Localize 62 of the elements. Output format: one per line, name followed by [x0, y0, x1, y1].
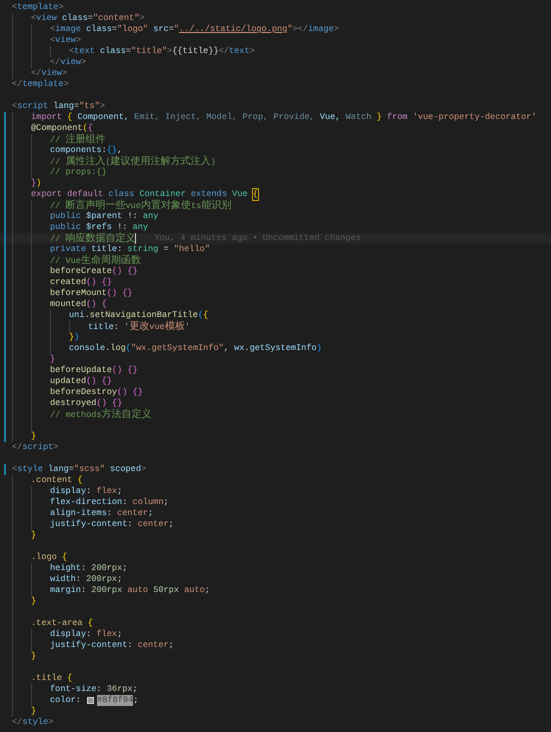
code-line: console.log("wx.getSystemInfo", wx.getSystemInfo) — [69, 343, 322, 354]
code-line: title: '更改vue模板' — [88, 320, 190, 332]
code-line: destroyed() {} — [50, 398, 122, 408]
code-line: flex-direction: column; — [50, 497, 169, 508]
code-line: private title: string = "hello" — [50, 244, 210, 254]
code-line: beforeCreate() {} — [50, 266, 138, 277]
code-line: // 断言声明一些vue内置对象使ts能识别 — [50, 200, 232, 212]
code-line: } — [31, 596, 36, 607]
code-line: <view class="content"> — [31, 13, 145, 24]
code-line: beforeDestroy() {} — [50, 387, 143, 398]
code-line: height: 200rpx; — [50, 563, 128, 574]
code-line: <view> — [50, 35, 81, 46]
code-line: beforeUpdate() {} — [50, 365, 138, 376]
code-line: font-size: 36rpx; — [50, 684, 138, 695]
code-line: // methods方法自定义 — [50, 408, 152, 420]
code-line: // 注册组件 — [50, 134, 106, 146]
code-line: // 响应数据自定义 — [50, 232, 136, 244]
code-line: <image class="logo" src="../../static/logo.png"></image> — [50, 24, 339, 35]
code-line: beforeMount() {} — [50, 288, 133, 299]
code-line: </style> — [12, 717, 54, 728]
code-line: <text class="title">{{title}}</text> — [69, 46, 255, 57]
code-line: </template> — [12, 79, 69, 90]
code-line: // props:{} — [50, 167, 107, 178]
code-line: </script> — [12, 442, 58, 453]
code-line: export default class Container extends Vue { — [31, 189, 258, 200]
code-line: justify-content: center; — [50, 640, 174, 651]
code-line: components:{}, — [50, 145, 122, 156]
code-line: updated() {} — [50, 376, 112, 387]
code-line: }) — [31, 178, 42, 189]
code-line: import { Component, Emit, Inject, Model, Prop, Provide, Vue, Watch } from 'vue-property-decorator' — [31, 112, 536, 123]
code-line: created() {} — [50, 277, 112, 288]
code-line: align-items: center; — [50, 508, 154, 519]
code-line: color: — [50, 695, 82, 706]
code-line: } — [50, 354, 56, 365]
code-line: justify-content: center; — [50, 519, 174, 530]
code-line: // Vue生命周期函数 — [50, 254, 141, 266]
code-line: width: 200rpx; — [50, 574, 122, 585]
code-line: } — [31, 530, 36, 541]
code-line: .content { — [31, 475, 83, 486]
code-line: }) — [69, 332, 80, 343]
code-line: display: flex; — [50, 629, 122, 640]
color-swatch-icon[interactable] — [87, 697, 94, 704]
code-line: #8f8f94; — [97, 695, 138, 706]
code-line: </view> — [31, 68, 68, 79]
code-line: display: flex; — [50, 486, 122, 497]
code-line: // 属性注入(建议使用注解方式注入) — [50, 156, 216, 168]
code-line: @Component({ — [31, 123, 93, 134]
code-line: margin: 200rpx auto 50rpx auto; — [50, 585, 210, 596]
code-line: uni.setNavigationBarTitle({ — [69, 310, 208, 320]
code-line: } — [31, 706, 36, 717]
code-line: <script lang="ts"> — [12, 101, 105, 112]
code-line: .logo { — [31, 552, 68, 563]
code-line: <template> — [12, 2, 64, 13]
code-line: <style lang="scss" scoped> — [12, 464, 146, 475]
code-line: public $refs !: any — [50, 222, 148, 232]
code-line: </view> — [50, 57, 86, 68]
code-line: } — [31, 651, 36, 662]
code-line: .text-area { — [31, 618, 93, 629]
code-line: } — [31, 431, 36, 442]
code-line: mounted() { — [50, 299, 107, 310]
code-line: .title { — [31, 673, 72, 684]
code-line: public $parent !: any — [50, 211, 158, 222]
